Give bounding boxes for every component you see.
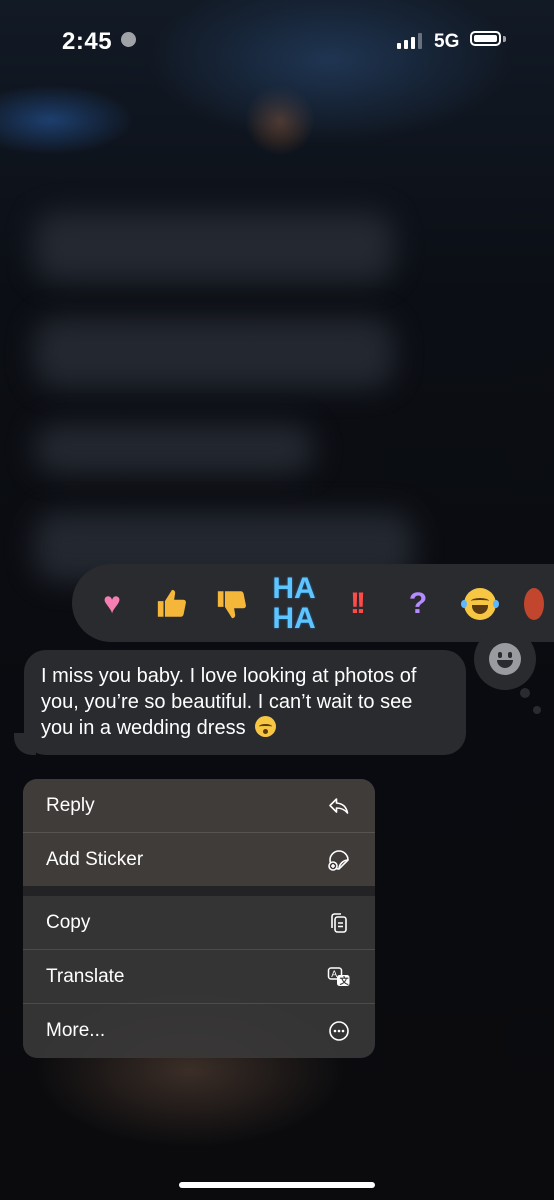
menu-item-add-sticker[interactable]: Add Sticker (23, 832, 375, 886)
menu-item-copy[interactable]: Copy (23, 896, 375, 949)
reply-arrow-icon (327, 794, 351, 818)
add-sticker-icon (327, 848, 351, 872)
message-bubble[interactable]: I miss you baby. I love looking at photo… (24, 650, 466, 755)
face-exhaling-emoji-icon (255, 716, 277, 737)
copy-icon (327, 911, 351, 935)
cellular-signal-icon (397, 33, 422, 49)
focus-moon-icon (121, 32, 136, 47)
menu-item-reply[interactable]: Reply (23, 779, 375, 832)
menu-item-more[interactable]: More... (23, 1003, 375, 1057)
svg-text:A: A (331, 969, 337, 979)
partially-visible-reaction-icon[interactable] (524, 588, 544, 620)
heart-reaction-icon[interactable]: ♥ (92, 584, 132, 624)
home-indicator[interactable] (179, 1182, 375, 1188)
menu-section-divider (23, 886, 375, 896)
exclamation-reaction-icon[interactable]: !! (336, 584, 376, 624)
smiley-sticker-icon (489, 643, 521, 675)
status-bar: 2:45 5G (0, 0, 554, 84)
network-type: 5G (434, 31, 460, 52)
menu-item-translate[interactable]: Translate A文 (23, 949, 375, 1003)
battery-icon (470, 31, 501, 46)
tapback-reaction-bar: ♥ HA HA !! ? (72, 564, 554, 642)
status-time: 2:45 (62, 28, 113, 55)
question-reaction-icon[interactable]: ? (398, 584, 438, 624)
more-ellipsis-icon (327, 1019, 351, 1043)
haha-reaction-icon[interactable]: HA HA (272, 574, 315, 634)
laughing-emoji-reaction-icon[interactable] (461, 588, 499, 620)
message-text: I miss you baby. I love looking at photo… (41, 665, 417, 739)
thumbs-up-reaction-icon[interactable] (152, 584, 192, 624)
message-context-menu: Reply Add Sticker Copy Translate A文 More… (23, 779, 375, 1058)
add-sticker-reaction-button[interactable] (474, 628, 536, 690)
svg-text:文: 文 (339, 975, 350, 986)
translate-icon: A文 (327, 965, 351, 989)
menu-group-primary: Reply Add Sticker (23, 779, 375, 886)
thumbs-down-reaction-icon[interactable] (212, 584, 252, 624)
